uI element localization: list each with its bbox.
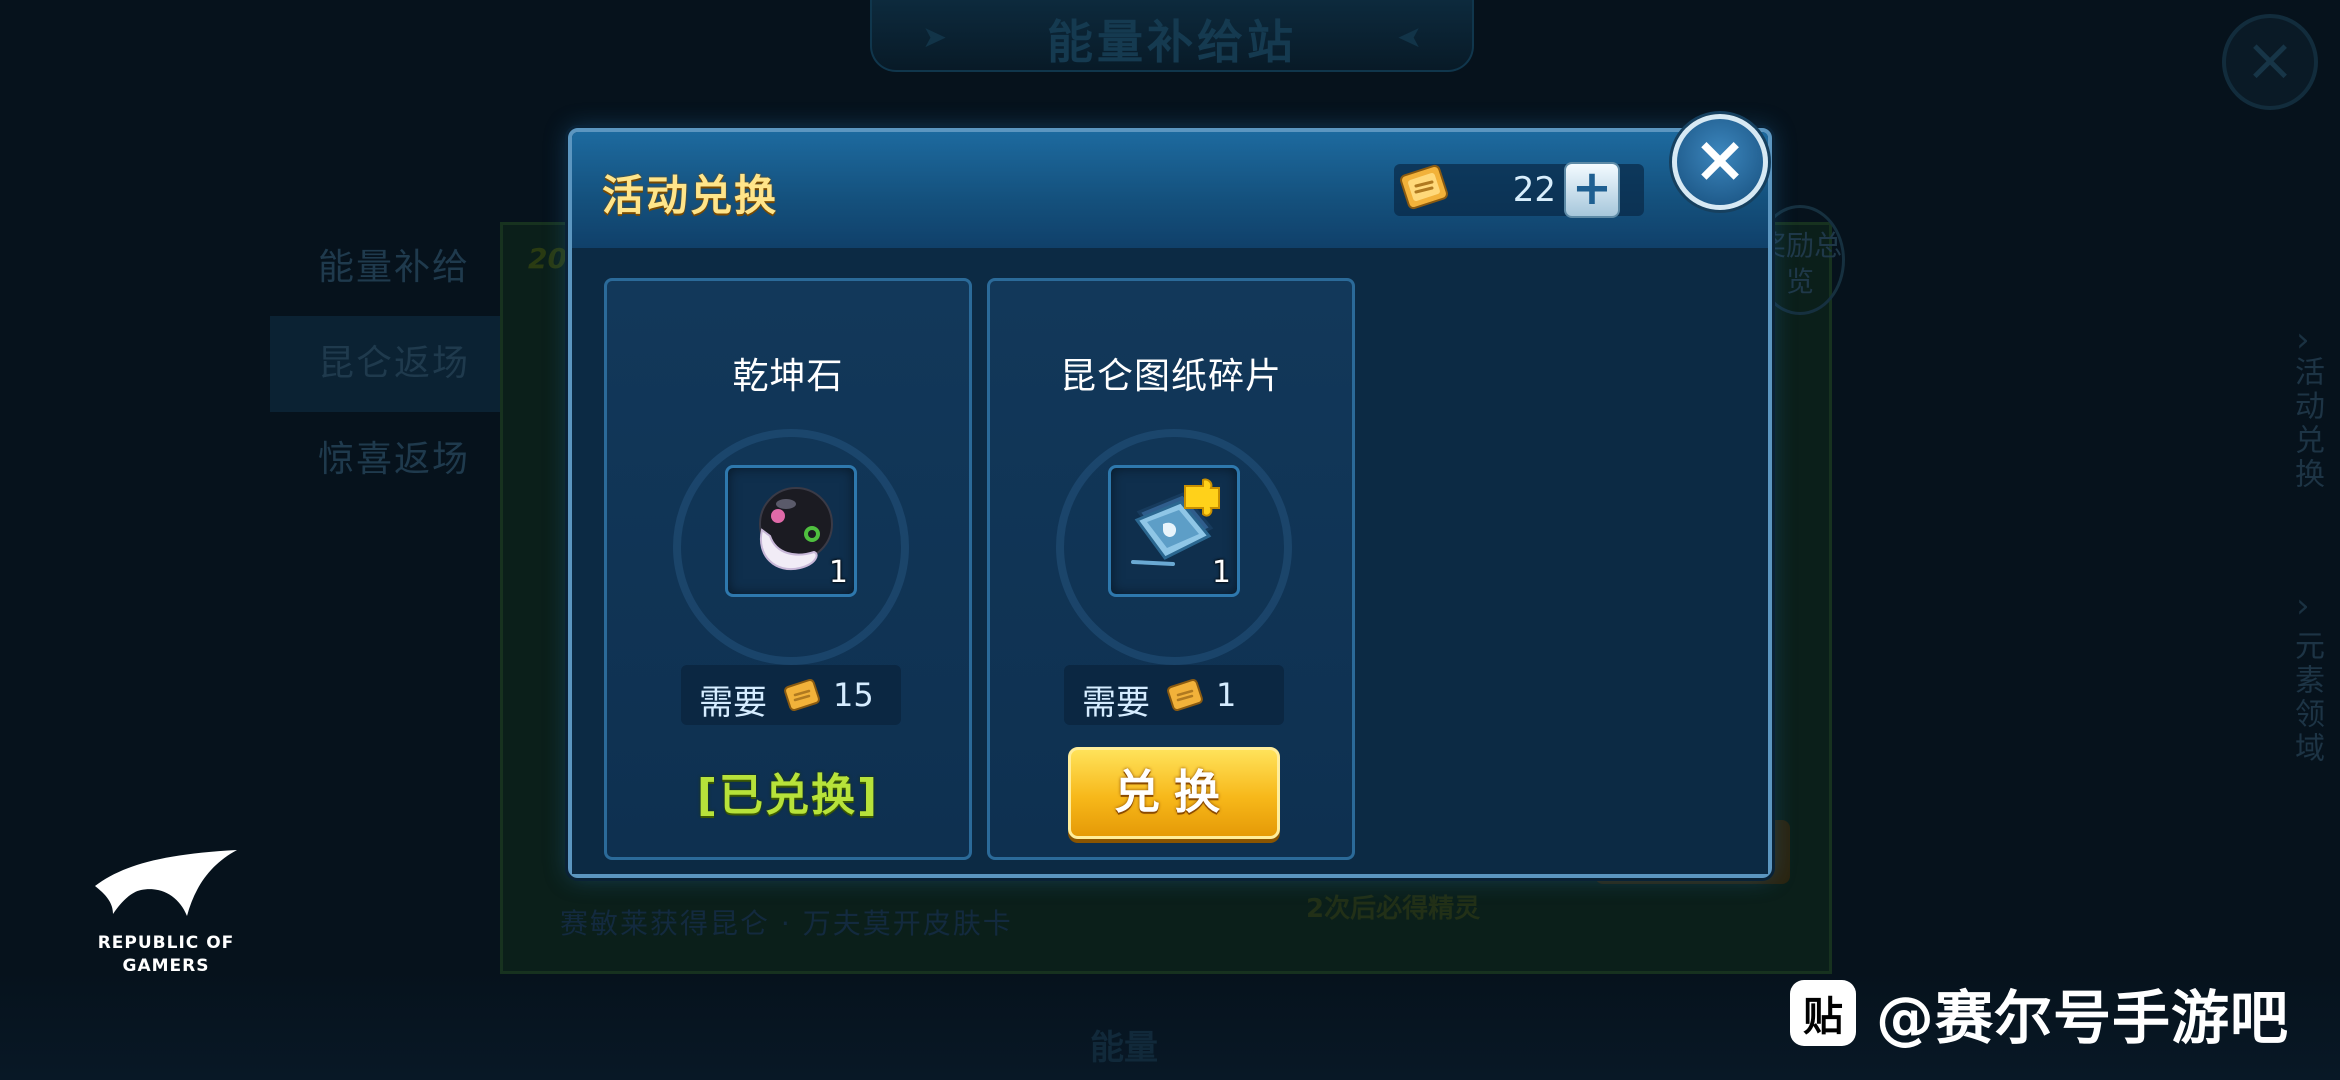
exchange-card-qiankun-stone: 乾坤石 1 需要 15 [已兑换] <box>604 278 972 860</box>
background-side-nav: 能量补给 昆仑返场 惊喜返场 <box>270 220 500 508</box>
header-arrow-right-icon: ➤ <box>1396 20 1422 55</box>
background-header: ➤ 能量补给站 ➤ <box>870 0 1474 72</box>
dialog-title: 活动兑换 <box>602 171 779 220</box>
background-caption: 赛敏莱获得昆仑 · 万夫莫开皮肤卡 <box>560 907 1013 940</box>
item-name: 昆仑图纸碎片 <box>1059 356 1282 397</box>
nav-item-surprise-return[interactable]: 惊喜返场 <box>270 412 500 508</box>
background-note: 2次后必得精灵 <box>1306 894 1481 924</box>
tieba-icon-char: 贴 <box>1803 994 1843 1040</box>
rog-eye-icon <box>95 850 237 916</box>
ticket-icon <box>1167 678 1203 712</box>
background-year-text: 20 <box>528 242 567 275</box>
exchange-dialog: 活动兑换 22 + × 乾坤石 1 需要 15 [已兑换] 昆仑图纸碎片 1 需… <box>568 114 1772 878</box>
watermark-text: @赛尔号手游吧 <box>1876 984 2290 1052</box>
rog-text-line1: REPUBLIC OF <box>97 933 235 953</box>
cost-display: 需要 1 <box>1064 665 1284 725</box>
cost-display: 需要 15 <box>681 665 901 725</box>
background-title: 能量补给站 <box>1047 15 1297 69</box>
watermark: 贴 @赛尔号手游吧 <box>1790 978 2289 1052</box>
exchange-card-kunlun-blueprint: 昆仑图纸碎片 1 需要 1 兑换 <box>987 278 1355 860</box>
exchanged-status: [已兑换] <box>696 770 880 821</box>
dialog-body: 乾坤石 1 需要 15 [已兑换] 昆仑图纸碎片 1 需要 1 兑换 <box>572 248 1768 874</box>
ticket-icon <box>1400 164 1448 210</box>
dialog-header: 活动兑换 22 + <box>572 132 1768 251</box>
nav-item-energy-supply[interactable]: 能量补给 <box>270 220 500 316</box>
dialog-close-button[interactable]: × <box>1672 114 1768 210</box>
rog-logo: REPUBLIC OF GAMERS <box>86 846 246 976</box>
cost-value: 15 <box>833 676 874 714</box>
item-count: 1 <box>1211 555 1231 590</box>
rog-text-line2: GAMERS <box>122 956 210 976</box>
item-count: 1 <box>828 555 848 590</box>
currency-value: 22 <box>1512 170 1556 210</box>
right-tab-chevron-icon: › <box>2296 586 2310 626</box>
right-tab-element-domain[interactable]: 元素领域 <box>2288 630 2328 766</box>
cost-label: 需要 <box>699 683 767 723</box>
nav-item-kunlun-return[interactable]: 昆仑返场 <box>270 316 500 412</box>
item-slot[interactable]: 1 <box>1108 465 1240 597</box>
item-slot[interactable]: 1 <box>725 465 857 597</box>
exchange-button[interactable]: 兑换 <box>1068 747 1280 839</box>
right-tab-activity-exchange[interactable]: 活动兑换 <box>2288 356 2328 492</box>
background-bottom-text: 能量 <box>1090 1028 1158 1068</box>
ticket-icon <box>784 678 820 712</box>
cost-value: 1 <box>1216 676 1237 714</box>
background-close-button[interactable]: × <box>2222 14 2318 110</box>
item-name: 乾坤石 <box>732 356 844 397</box>
cost-label: 需要 <box>1082 683 1150 723</box>
right-tab-chevron-icon: › <box>2296 320 2310 360</box>
add-currency-button[interactable]: + <box>1564 162 1620 218</box>
tieba-icon: 贴 <box>1790 980 1856 1046</box>
